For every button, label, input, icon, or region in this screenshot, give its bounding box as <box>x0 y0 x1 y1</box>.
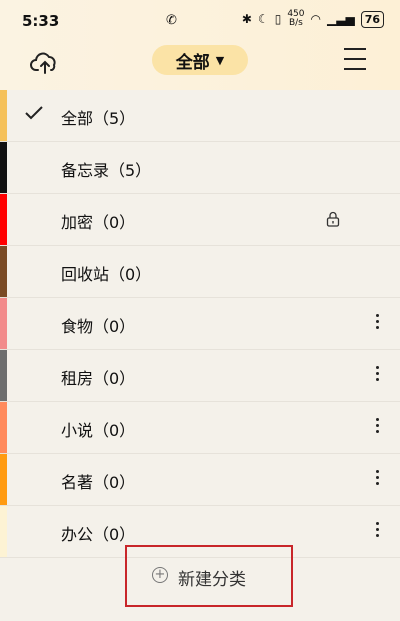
status-icons: ✱ ☾ ▯ 450 B/s ◠ ▁▃▅ 76 <box>242 10 384 28</box>
category-item[interactable]: 回收站（0） <box>0 246 400 298</box>
category-label: 加密（0） <box>61 213 136 232</box>
category-list: 全部（5） 备忘录（5） 加密（0） 回收站（0） 食物（0） 租房（0） 小说（0） 名著（… <box>0 90 400 558</box>
signal-icon: ▁▃▅ <box>327 12 355 26</box>
more-options-icon[interactable] <box>373 522 381 542</box>
status-bar: 5:33 ✆ ✱ ☾ ▯ 450 B/s ◠ ▁▃▅ 76 <box>0 0 400 40</box>
category-label: 备忘录（5） <box>61 161 152 180</box>
cloud-upload-icon[interactable] <box>30 48 60 78</box>
vibrate-icon: ▯ <box>274 12 282 26</box>
category-color-stripe <box>0 454 7 505</box>
check-icon <box>25 106 43 120</box>
more-options-icon[interactable] <box>373 366 381 386</box>
category-label: 小说（0） <box>61 421 136 440</box>
status-time: 5:33 <box>22 12 60 30</box>
category-item[interactable]: 小说（0） <box>0 402 400 454</box>
category-color-stripe <box>0 298 7 349</box>
category-color-stripe <box>0 90 7 141</box>
battery-indicator: 76 <box>360 10 384 28</box>
notification-icon: ✆ <box>166 13 177 28</box>
category-item[interactable]: 加密（0） <box>0 194 400 246</box>
category-color-stripe <box>0 506 7 557</box>
caret-down-icon: ▼ <box>215 53 225 67</box>
category-filter-dropdown[interactable]: 全部 ▼ <box>152 45 248 75</box>
category-item[interactable]: 备忘录（5） <box>0 142 400 194</box>
category-item[interactable]: 租房（0） <box>0 350 400 402</box>
more-options-icon[interactable] <box>373 470 381 490</box>
add-circle-icon: + <box>152 567 168 583</box>
menu-icon[interactable] <box>344 48 370 72</box>
category-item[interactable]: 食物（0） <box>0 298 400 350</box>
category-label: 名著（0） <box>61 473 136 492</box>
category-label: 全部（5） <box>61 109 136 128</box>
category-color-stripe <box>0 402 7 453</box>
category-color-stripe <box>0 194 7 245</box>
category-item[interactable]: 全部（5） <box>0 90 400 142</box>
lock-icon[interactable] <box>326 211 340 227</box>
category-color-stripe <box>0 350 7 401</box>
network-speed: 450 B/s <box>287 9 305 28</box>
category-label: 回收站（0） <box>61 265 152 284</box>
category-filter-label: 全部 <box>175 52 210 73</box>
bluetooth-icon: ✱ <box>241 12 252 26</box>
category-label: 办公（0） <box>61 525 136 544</box>
more-options-icon[interactable] <box>373 418 381 438</box>
wifi-icon: ◠ <box>310 12 321 26</box>
do-not-disturb-icon: ☾ <box>257 12 269 26</box>
category-item[interactable]: 名著（0） <box>0 454 400 506</box>
category-color-stripe <box>0 246 7 297</box>
more-options-icon[interactable] <box>373 314 381 334</box>
app-header: 全部 ▼ <box>0 40 400 90</box>
category-label: 租房（0） <box>61 369 136 388</box>
category-color-stripe <box>0 142 7 193</box>
new-category-button[interactable]: + 新建分类 <box>125 545 293 607</box>
category-label: 食物（0） <box>61 317 136 336</box>
new-category-label: 新建分类 <box>178 570 246 590</box>
